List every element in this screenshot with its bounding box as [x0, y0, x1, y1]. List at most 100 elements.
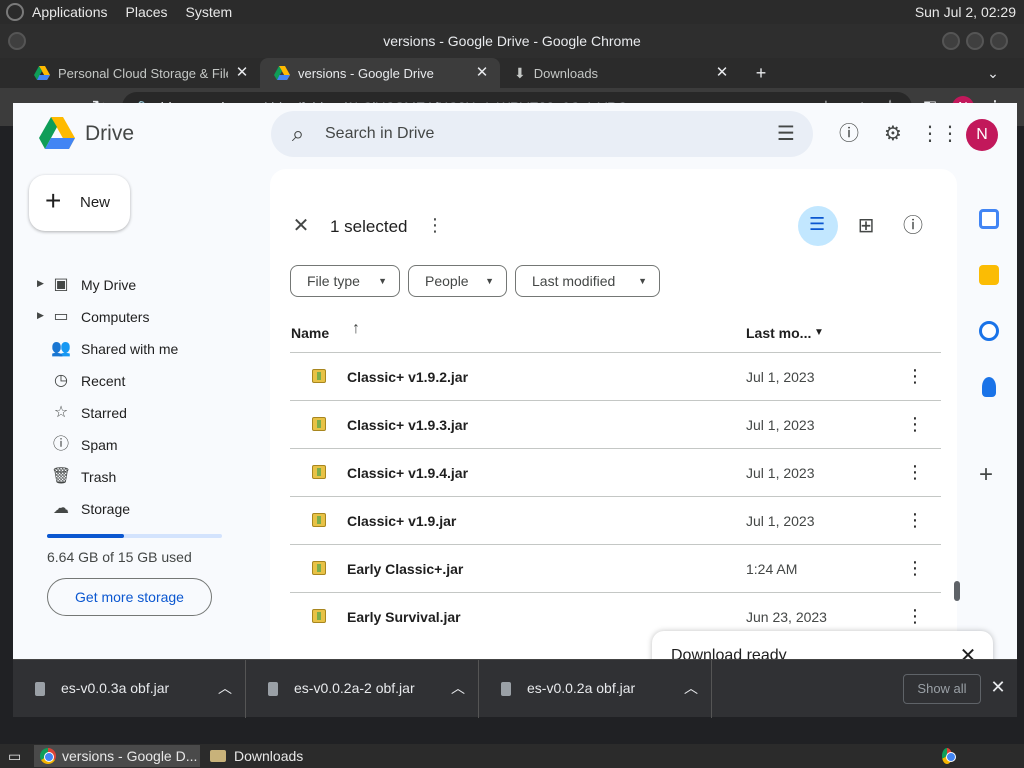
download-item[interactable]: es-v0.0.3a obf.jar ︿ — [13, 660, 246, 718]
file-row[interactable]: Classic+ v1.9.3.jar Jul 1, 2023 ⋮ — [290, 400, 941, 448]
panel-clock[interactable]: Sun Jul 2, 02:29 — [915, 4, 1016, 20]
sidebar-item-starred[interactable]: ☆ Starred — [31, 397, 251, 429]
file-modified-date: Jul 1, 2023 — [746, 465, 815, 481]
clear-selection-close-icon[interactable]: ✕ — [290, 215, 312, 237]
window-menu-icon[interactable] — [8, 32, 26, 50]
more-actions-icon[interactable]: ⋮ — [906, 510, 924, 531]
search-icon[interactable]: ⌕ — [283, 119, 313, 149]
new-tab-icon[interactable]: + — [750, 62, 772, 84]
tasks-icon[interactable] — [979, 321, 999, 341]
details-info-icon[interactable]: ⓘ — [898, 211, 928, 241]
applications-menu[interactable]: Applications — [32, 4, 108, 20]
new-button-label: New — [80, 194, 111, 211]
file-modified-date: Jul 1, 2023 — [746, 369, 815, 385]
file-row[interactable]: Early Classic+.jar 1:24 AM ⋮ — [290, 544, 941, 592]
last-modified-filter-chip[interactable]: Last modified ▼ — [515, 265, 660, 297]
file-row[interactable]: Classic+ v1.9.jar Jul 1, 2023 ⋮ — [290, 496, 941, 544]
chevron-up-icon[interactable]: ︿ — [917, 645, 939, 659]
apps-grid-icon[interactable]: ⋮⋮⋮ — [920, 119, 980, 149]
drive-logo-text[interactable]: Drive — [85, 122, 134, 146]
file-row[interactable]: Classic+ v1.9.4.jar Jul 1, 2023 ⋮ — [290, 448, 941, 496]
close-window-icon[interactable] — [990, 32, 1008, 50]
file-type-filter-chip[interactable]: File type ▼ — [290, 265, 400, 297]
get-more-storage-button[interactable]: Get more storage — [47, 578, 212, 616]
chrome-icon — [942, 748, 956, 764]
window-titlebar[interactable]: versions - Google Drive - Google Chrome — [0, 24, 1024, 58]
search-options-icon[interactable]: ☰ — [771, 119, 801, 149]
google-drive-logo-icon[interactable] — [39, 117, 75, 149]
workspace-switcher[interactable] — [936, 745, 958, 767]
chevron-up-icon[interactable]: ︿ — [218, 678, 232, 698]
tab-downloads[interactable]: ⬇ Downloads ✕ — [500, 58, 740, 88]
search-input[interactable] — [325, 111, 755, 157]
search-bar[interactable]: ⌕ ☰ — [271, 111, 813, 157]
plus-icon: + — [45, 185, 62, 216]
sidebar-item-spam[interactable]: ⓘ Spam — [31, 429, 251, 461]
sort-arrow-up-icon[interactable]: ↑ — [352, 320, 360, 338]
tab-personal-cloud-storage[interactable]: Personal Cloud Storage & File ✕ — [20, 58, 260, 88]
download-item[interactable]: es-v0.0.2a-2 obf.jar ︿ — [246, 660, 479, 718]
contacts-icon[interactable] — [982, 377, 996, 397]
people-filter-chip[interactable]: People ▼ — [408, 265, 507, 297]
jar-file-icon — [312, 609, 326, 623]
expand-arrow-icon[interactable]: ▶ — [37, 278, 44, 289]
bottom-taskbar: ▭ versions - Google D... Downloads — [0, 744, 1024, 768]
gnome-logo-icon[interactable] — [6, 3, 24, 21]
close-shelf-icon[interactable]: ✕ — [989, 678, 1007, 696]
sidebar-item-recent[interactable]: ◷ Recent — [31, 365, 251, 397]
calendar-icon[interactable] — [979, 209, 999, 229]
more-actions-icon[interactable]: ⋮ — [906, 558, 924, 579]
taskbar-item-downloads[interactable]: Downloads — [204, 745, 364, 767]
sidebar-item-label: Storage — [81, 501, 131, 517]
close-tab-icon[interactable]: ✕ — [714, 65, 730, 81]
taskbar-item-chrome[interactable]: versions - Google D... — [34, 745, 200, 767]
sidebar-item-shared-with-me[interactable]: 👥 Shared with me — [31, 333, 251, 365]
sidebar-item-label: Computers — [81, 309, 150, 325]
minimize-icon[interactable] — [942, 32, 960, 50]
spam-icon: ⓘ — [52, 436, 69, 453]
chevron-up-icon[interactable]: ︿ — [684, 678, 698, 698]
my-drive-icon: ▣ — [53, 276, 69, 293]
column-header-name[interactable]: Name — [291, 325, 329, 341]
selection-more-actions-icon[interactable]: ⋮ — [426, 215, 444, 237]
storage-used-text: 6.64 GB of 15 GB used — [47, 549, 192, 565]
cloud-icon: ☁ — [53, 500, 69, 517]
show-all-button[interactable]: Show all — [903, 674, 981, 704]
settings-gear-icon[interactable]: ⚙ — [878, 119, 908, 149]
file-icon — [501, 682, 511, 696]
file-name: Classic+ v1.9.4.jar — [347, 465, 469, 481]
system-menu[interactable]: System — [186, 4, 233, 20]
places-menu[interactable]: Places — [126, 4, 168, 20]
help-icon[interactable]: ⓘ — [834, 119, 864, 149]
close-tab-icon[interactable]: ✕ — [474, 65, 490, 81]
more-actions-icon[interactable]: ⋮ — [906, 606, 924, 627]
sidebar-item-storage[interactable]: ☁ Storage — [31, 493, 251, 525]
maximize-icon[interactable] — [966, 32, 984, 50]
file-modified-date: Jul 1, 2023 — [746, 417, 815, 433]
tab-versions-google-drive[interactable]: versions - Google Drive ✕ — [260, 58, 500, 88]
close-tab-icon[interactable]: ✕ — [234, 65, 250, 81]
close-icon[interactable]: ✕ — [957, 645, 979, 659]
sidebar-item-my-drive[interactable]: ▶ ▣ My Drive — [31, 269, 251, 301]
more-actions-icon[interactable]: ⋮ — [906, 414, 924, 435]
download-ready-toast: Download ready ︿ ✕ — [652, 631, 993, 659]
file-row[interactable]: Classic+ v1.9.2.jar Jul 1, 2023 ⋮ — [290, 352, 941, 400]
add-app-plus-icon[interactable]: + — [979, 461, 993, 489]
tab-search-chevron-icon[interactable]: ⌄ — [982, 62, 1004, 84]
chevron-down-icon[interactable]: ▼ — [814, 327, 824, 338]
filter-toggle-button[interactable]: ☰ — [798, 206, 838, 246]
account-avatar[interactable]: N — [966, 119, 998, 151]
grid-view-icon[interactable]: ⊞ — [851, 211, 881, 241]
sidebar-item-trash[interactable]: 🗑 Trash — [31, 461, 251, 493]
sidebar-item-computers[interactable]: ▶ ▭ Computers — [31, 301, 251, 333]
show-desktop-icon[interactable]: ▭ — [2, 745, 30, 767]
chevron-up-icon[interactable]: ︿ — [451, 678, 465, 698]
new-button[interactable]: + New — [29, 175, 130, 231]
expand-arrow-icon[interactable]: ▶ — [37, 310, 44, 321]
more-actions-icon[interactable]: ⋮ — [906, 462, 924, 483]
keep-icon[interactable] — [979, 265, 999, 285]
more-actions-icon[interactable]: ⋮ — [906, 366, 924, 387]
download-item[interactable]: es-v0.0.2a obf.jar ︿ — [479, 660, 712, 718]
scrollbar-thumb[interactable] — [954, 581, 960, 601]
column-header-last-modified[interactable]: Last mo... — [746, 325, 811, 341]
